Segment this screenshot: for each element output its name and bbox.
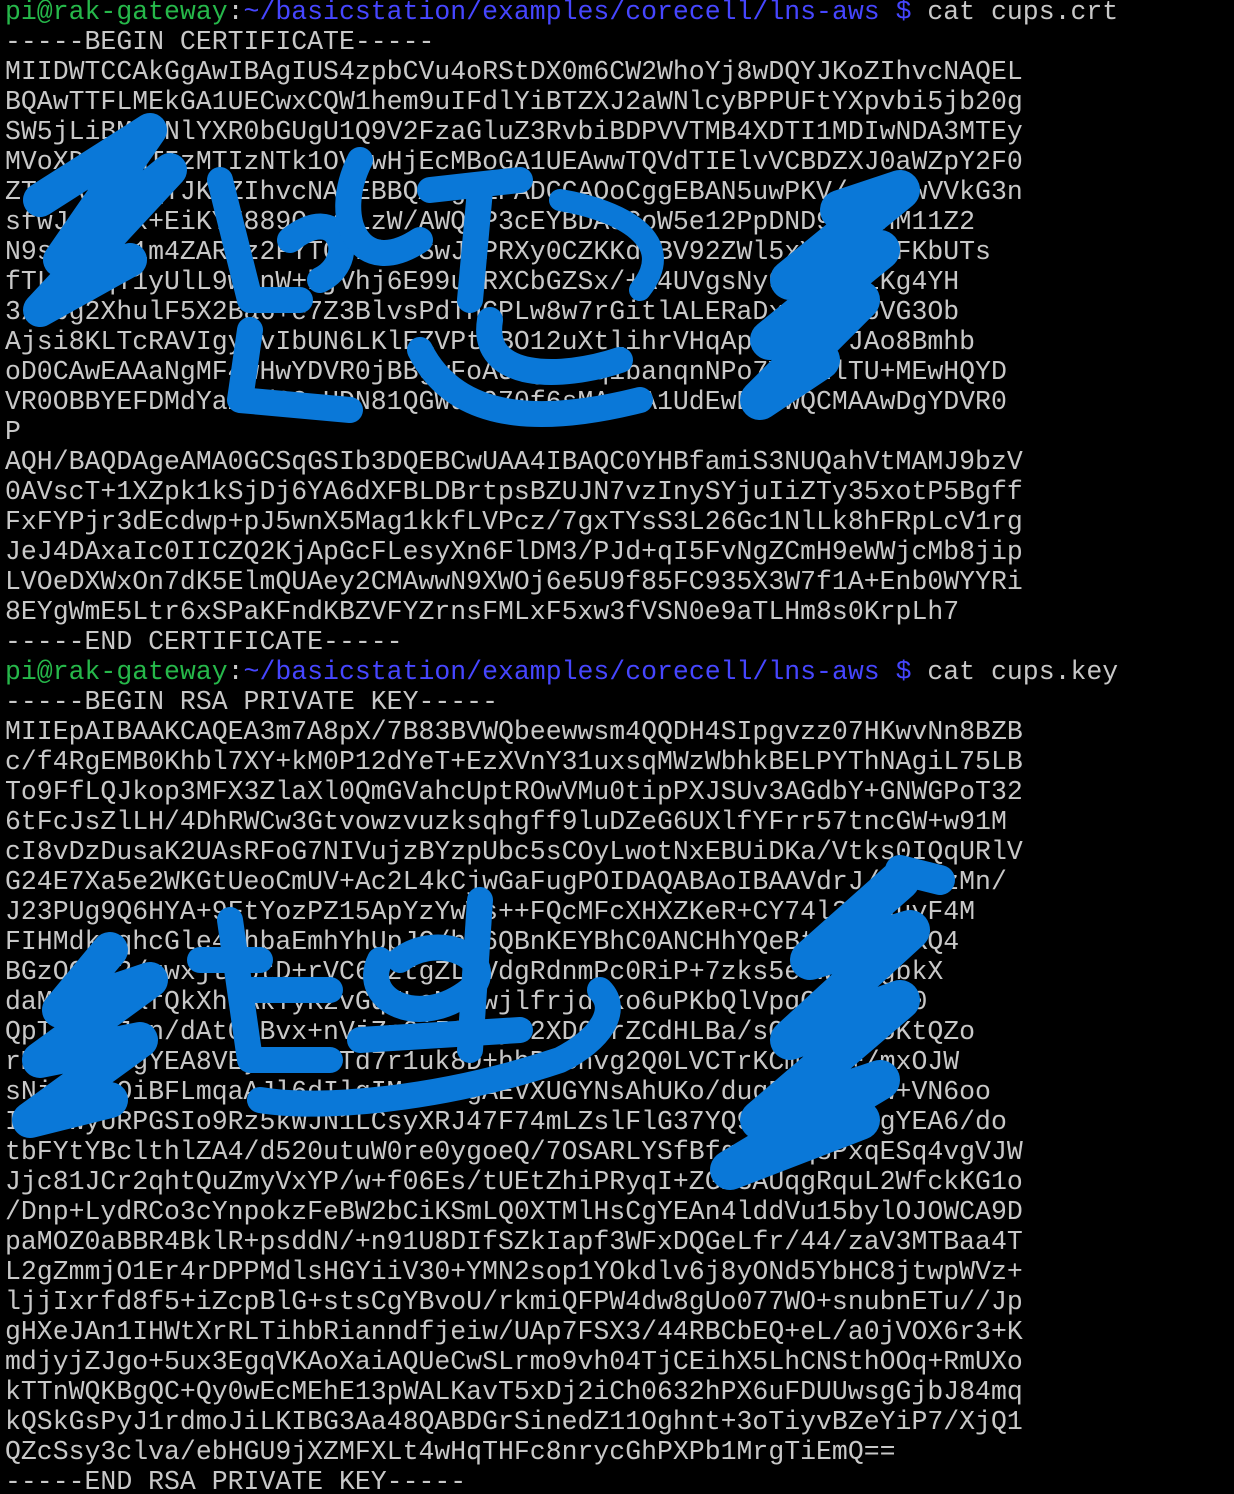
cert-begin-marker: -----BEGIN CERTIFICATE----- xyxy=(5,27,435,57)
key-line: MIIEpAIBAAKCAQEA3m7A8pX/7B83BVWQbeewwsm4… xyxy=(5,717,1023,747)
key-line: paMOZ0aBBR4BklR+psddN/+n91U8DIfSZkIapf3W… xyxy=(5,1227,1023,1257)
key-line: FIHMdkwqhcGle4LhbaEmhYhUpJC/hU6QBnKEYBhC… xyxy=(5,927,960,957)
cert-line: LVOeDXWxOn7dK5ElmQUAey2CMAwwN9XWOj6e5U9f… xyxy=(5,567,1023,597)
cert-line: 8EYgWmE5Ltr6xSPaKFndKBZVFYZrnsFMLxF5xw3f… xyxy=(5,597,960,627)
key-begin-marker: -----BEGIN RSA PRIVATE KEY----- xyxy=(5,687,498,717)
key-line: sNiVhmaOiBFLmqaAJl6dIlgIMrdYbgAEVXUGYNsA… xyxy=(5,1077,991,1107)
key-line: BGzOO5K2/uwxjtTbtD+rVC6hztgZLdVdgRdnmPc0… xyxy=(5,957,944,987)
cert-line: ZTCCASIwDQYJKoZIhvcNAQEBBQADggEPADCCAQoC… xyxy=(5,177,1023,207)
cert-line: AQH/BAQDAgeAMA0GCSqGSIb3DQEBCwUAA4IBAQC0… xyxy=(5,447,1023,477)
key-line: /Dnp+LydRCo3cYnpokzFeBW2bCiKSmLQ0XTMlHsC… xyxy=(5,1197,1023,1227)
key-line: cI8vDzDusaK2UAsRFoG7NIVujzBYzpUbc5sCOyLw… xyxy=(5,837,1023,867)
prompt-path: ~/basicstation/examples/corecell/lns-aws xyxy=(243,0,880,27)
cert-line: sfwJqZcSx+EiKYE889OxvsLzW/AWQhP3cEYBDAdC… xyxy=(5,207,976,237)
key-end-marker: -----END RSA PRIVATE KEY----- xyxy=(5,1467,467,1494)
prompt-line-key: pi@rak-gateway:~/basicstation/examples/c… xyxy=(5,657,1118,687)
key-line: J23PUg9Q6HYA+9FtYozPZ15ApYzYwWs++FQcMFcX… xyxy=(5,897,976,927)
key-line: c/f4RgEMB0Khbl7XY+kM0P12dYeT+EzXVnY31uxs… xyxy=(5,747,1023,777)
key-line: Jjc81JCr2qhtQuZmyVxYP/w+f06Es/tUEtZhiPRy… xyxy=(5,1167,1023,1197)
cert-line: N9sb7nFs1m4ZARCz2FYTQIIi++SwJ6PRXy0CZKKd… xyxy=(5,237,991,267)
command-text: cat cups.key xyxy=(927,657,1119,687)
cert-line: 3/Zbg2XhulF5X2Ba6+e7Z3BlvsPdTHCPLw8w7rGi… xyxy=(5,297,960,327)
key-line: mdjyjZJgo+5ux3EgqVKAoXaiAQUeCwSLrmo9vh04… xyxy=(5,1347,1023,1377)
key-line: daMs6jHdafQkXhdAkTyK2vGqMLoMxVwjlfrjdlko… xyxy=(5,987,928,1017)
prompt-dollar: $ xyxy=(895,657,912,687)
prompt-line-crt: pi@rak-gateway:~/basicstation/examples/c… xyxy=(5,0,1118,27)
terminal-window[interactable]: pi@rak-gateway:~/basicstation/examples/c… xyxy=(0,0,1234,1494)
key-line: rM4pJc0CgYEA8VEyAbTwMTd7r1uk8D+hbP1Bhvg2… xyxy=(5,1047,960,1077)
cert-line: MIIDWTCCAkGgAwIBAgIUS4zpbCVu4oRStDX0m6CW… xyxy=(5,57,1023,87)
cert-line: fTLtwTqT1yUlL9wnnW+hjVhj6E99urRXCbGZSx/+… xyxy=(5,267,960,297)
key-line: kQSkGsPyJ1rdmoJiLKIBG3Aa48QABDGrSinedZ11… xyxy=(5,1407,1023,1437)
key-line: L2gZmmjO1Er4rDPPMdlsHGYiiV30+YMN2sop1YOk… xyxy=(5,1257,1023,1287)
cert-line: FxFYPjr3dEcdwp+pJ5wnX5Mag1kkfLVPcz/7gxTY… xyxy=(5,507,1023,537)
cert-end-marker: -----END CERTIFICATE----- xyxy=(5,627,403,657)
prompt-separator: : xyxy=(227,657,244,687)
cert-line: oD0CAwEAAaNgMF4wHwYDVR0jBBgwFoAUXgsL7qib… xyxy=(5,357,1007,387)
key-line: kTTnWQKBgQC+Qy0wEcMEhE13pWALKavT5xDj2iCh… xyxy=(5,1377,1023,1407)
key-line: To9FfLQJkop3MFX3ZlaXl0QmGVahcUptROwVMu0t… xyxy=(5,777,1023,807)
cert-line: P xyxy=(5,417,21,447)
command-text: cat cups.crt xyxy=(927,0,1119,27)
cert-line: BQAwTTFLMEkGA1UECwxCQW1hem9uIFdlYiBTZXJ2… xyxy=(5,87,1023,117)
cert-line: JeJ4DAxaIc0IICZQ2KjApGcFLesyXn6FlDM3/PJd… xyxy=(5,537,1023,567)
key-line: QpTZVCsJvn/dAt0SBvx+nVjZp0i5SbLyW2XD6PrZ… xyxy=(5,1017,976,1047)
key-line: 6tFcJsZlLH/4DhRWCw3Gtvowzvuzksqhgff9luDZ… xyxy=(5,807,1007,837)
cert-body: MIIDWTCCAkGgAwIBAgIUS4zpbCVu4oRStDX0m6CW… xyxy=(5,57,1118,627)
prompt-user-host: pi@rak-gateway xyxy=(5,657,228,687)
key-line: tbFYtYBclthlZA4/d520utuW0re0ygoeQ/7OSARL… xyxy=(5,1137,1023,1167)
key-line: ljjIxrfd8f5+iZcpBlG+stsCgYBvoU/rkmiQFPW4… xyxy=(5,1287,1023,1317)
key-line: gHXeJAn1IHWtXrRLTihbRianndfjeiw/UAp7FSX3… xyxy=(5,1317,1023,1347)
key-line: QZcSsy3clva/ebHGU9jXZMFXLt4wHqTHFc8nrycG… xyxy=(5,1437,896,1467)
cert-line: 0AVscT+1XZpk1kSjDj6YA6dXFBLDBrtpsBZUJN7v… xyxy=(5,477,1023,507)
key-line: G24E7Xa5e2WKGtUeoCmUV+Ac2L4kCjwGaFugPOID… xyxy=(5,867,1007,897)
terminal-output: pi@rak-gateway:~/basicstation/examples/c… xyxy=(5,0,1118,1494)
key-body: MIIEpAIBAAKCAQEA3m7A8pX/7B83BVWQbeewwsm4… xyxy=(5,717,1118,1467)
prompt-dollar: $ xyxy=(895,0,912,27)
prompt-user-host: pi@rak-gateway xyxy=(5,0,228,27)
prompt-separator: : xyxy=(227,0,244,27)
cert-line: SW5jLiBMPVNlYXR0bGUgU1Q9V2FzaGluZ3RvbiBD… xyxy=(5,117,1023,147)
cert-line: MVoXDTQ5MTIzMTIzNTk1OVowHjEcMBoGA1UEAwwT… xyxy=(5,147,1023,177)
key-line: IUYLwyURPGSIo9Rz5kWJN1LCsyXRJ47F74mLZslF… xyxy=(5,1107,1007,1137)
prompt-path: ~/basicstation/examples/corecell/lns-aws xyxy=(243,657,880,687)
cert-line: VR0OBBYEFDMdYamz/62nUDN81QGWdu970f6sMAwG… xyxy=(5,387,1007,417)
cert-line: Ajsi8KLTcRAVIgymvIbUN6LKlEZVPtuBO12uXtli… xyxy=(5,327,976,357)
